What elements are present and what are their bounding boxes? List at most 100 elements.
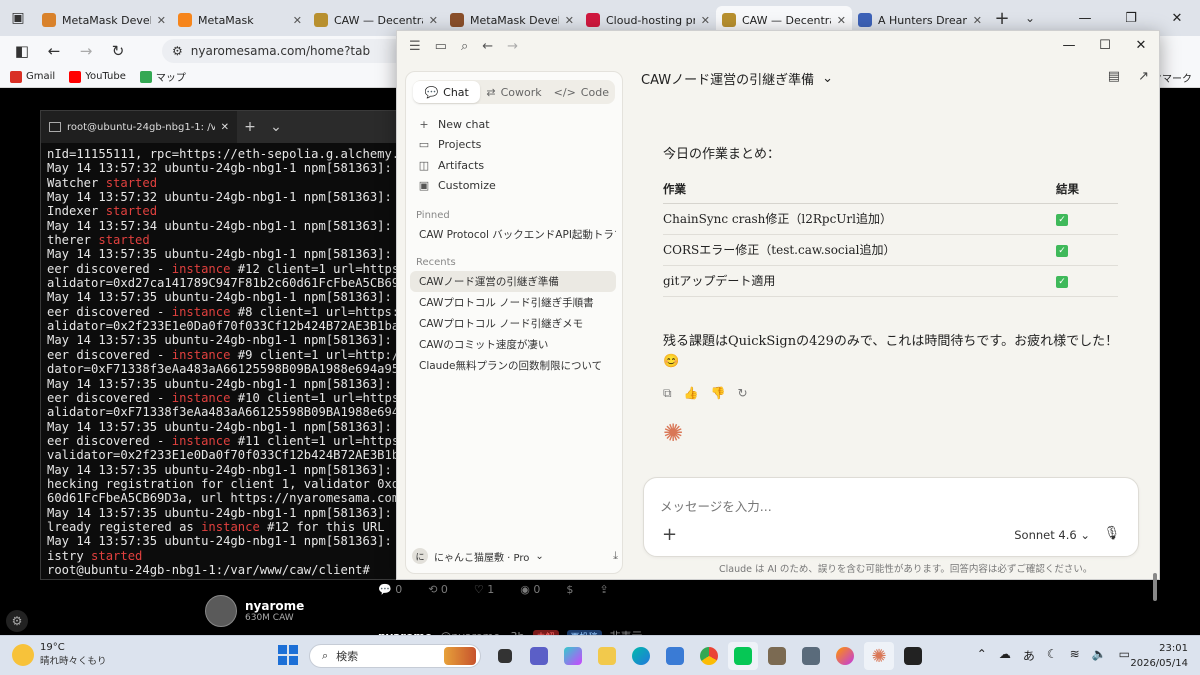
store-icon[interactable] <box>660 642 690 670</box>
document-icon[interactable]: ▤ <box>1108 69 1120 84</box>
teams-icon[interactable] <box>524 642 554 670</box>
close-icon[interactable]: ✕ <box>973 14 982 27</box>
like-count[interactable]: ♡ 1 <box>474 583 494 596</box>
moon-icon[interactable]: ☾ <box>1047 647 1058 664</box>
close-icon[interactable]: ✕ <box>837 14 846 27</box>
line-icon[interactable] <box>728 642 758 670</box>
message-composer[interactable]: メッセージを入力... + Sonnet 4.6 ⌄ 🎙 <box>643 477 1139 557</box>
thumbs-down-icon[interactable]: 👎 <box>711 386 726 401</box>
thumbs-up-icon[interactable]: 👍 <box>684 386 699 401</box>
chevron-down-icon[interactable]: ⌄ <box>263 119 289 135</box>
recent-chat-item[interactable]: CAWのコミット速度が凄い <box>410 334 616 355</box>
attach-button[interactable]: + <box>662 524 677 545</box>
sidebar-item-customize[interactable]: ▣ Customize <box>406 176 622 197</box>
copilot-icon[interactable] <box>558 642 588 670</box>
sidebar-item-projects[interactable]: ▭ Projects <box>406 135 622 156</box>
mode-tab-code[interactable]: </> Code <box>548 81 615 103</box>
browser-tab[interactable]: MetaMask ✕ <box>172 6 308 34</box>
sidebar-item-artifacts[interactable]: ◫ Artifacts <box>406 155 622 176</box>
recent-chat-item[interactable]: CAWノード運営の引継ぎ準備 <box>410 271 616 292</box>
sidebar-toggle-icon[interactable]: ▭ <box>435 39 447 54</box>
ime-icon[interactable]: あ <box>1023 647 1035 664</box>
firefox-icon[interactable] <box>830 642 860 670</box>
settings-icon[interactable]: ⚙ <box>6 610 28 632</box>
microphone-icon[interactable]: 🎙 <box>1103 526 1120 541</box>
repost-count[interactable]: ⟲ 0 <box>428 583 448 596</box>
claude-taskbar-icon[interactable]: ✺ <box>864 642 894 670</box>
close-icon[interactable]: ✕ <box>221 122 229 133</box>
reply-count[interactable]: 💬 0 <box>378 583 402 596</box>
tab-actions-icon[interactable]: ▣ <box>0 0 36 36</box>
profile-card[interactable]: nyarome 630M CAW <box>205 595 304 627</box>
conversation-title-button[interactable]: CAWノード運営の引継ぎ準備 ⌄ <box>641 69 833 88</box>
new-tab-button[interactable]: + <box>988 8 1016 29</box>
bookmark-item[interactable]: Gmail <box>10 69 55 84</box>
site-info-icon[interactable]: ⚙ <box>172 44 183 58</box>
game-app-icon[interactable] <box>762 642 792 670</box>
close-icon[interactable]: ✕ <box>429 14 438 27</box>
check-icon: ✓ <box>1056 245 1068 257</box>
back-button[interactable]: ← <box>40 38 68 64</box>
share-icon[interactable]: ↗ <box>1138 69 1149 84</box>
message-input[interactable]: メッセージを入力... <box>660 496 772 515</box>
recent-chat-item[interactable]: Claude無料プランの回数制限について <box>410 355 616 376</box>
menu-icon[interactable]: ☰ <box>409 39 421 54</box>
tip-icon[interactable]: $ <box>566 583 573 596</box>
sidebar-toggle-icon[interactable]: ◧ <box>8 38 36 64</box>
chevron-up-icon[interactable]: ⌃ <box>977 647 987 664</box>
pinned-chat-item[interactable]: CAW Protocol バックエンドAPI起動トラブル引継 <box>410 224 616 245</box>
terminal-output[interactable]: nId=11155111, rpc=https://eth-sepolia.g.… <box>41 143 399 579</box>
forward-button[interactable]: → <box>72 38 100 64</box>
recent-chat-item[interactable]: CAWプロトコル ノード引継ぎメモ <box>410 313 616 334</box>
scrollbar[interactable] <box>1153 573 1157 601</box>
user-menu[interactable]: に にゃんこ猫屋敷 · Pro ⌄ ⤓ <box>412 545 618 567</box>
maximize-button[interactable]: ☐ <box>1087 31 1123 59</box>
bookmark-item[interactable]: マップ <box>139 69 186 84</box>
taskbar-search[interactable]: ⌕ 検索 <box>309 644 481 668</box>
task-view-button[interactable] <box>490 642 520 670</box>
terminal-taskbar-icon[interactable] <box>898 642 928 670</box>
file-explorer-icon[interactable] <box>592 642 622 670</box>
terminal-text: hecking registration for client 1, valid… <box>47 476 399 491</box>
close-button[interactable]: ✕ <box>1123 31 1159 59</box>
start-button[interactable] <box>278 645 298 665</box>
tab-list-chevron-icon[interactable]: ⌄ <box>1016 11 1044 25</box>
cloud-icon[interactable]: ☁ <box>999 647 1011 664</box>
mode-tab-cowork[interactable]: ⇄ Cowork <box>480 81 547 103</box>
close-icon[interactable]: ✕ <box>701 14 710 27</box>
copy-icon[interactable]: ⧉ <box>663 386 672 401</box>
bookmark-favicon-icon <box>139 70 152 83</box>
speaker-icon[interactable]: 🔈 <box>1092 647 1107 664</box>
minimize-button[interactable]: — <box>1051 31 1087 59</box>
bookmark-item[interactable]: YouTube <box>69 69 126 84</box>
forward-arrow-icon[interactable]: → <box>507 39 518 54</box>
close-icon[interactable]: ✕ <box>157 14 166 27</box>
table-header-row: 作業 結果 <box>663 175 1118 204</box>
retry-icon[interactable]: ↻ <box>737 386 747 401</box>
weather-widget[interactable]: 19°C 晴れ時々くもり <box>12 642 107 667</box>
browser-tab[interactable]: MetaMask Developers ✕ <box>36 6 172 34</box>
close-icon[interactable]: ✕ <box>565 14 574 27</box>
clock[interactable]: 23:01 2026/05/14 <box>1130 641 1188 671</box>
chrome-icon[interactable] <box>694 642 724 670</box>
back-arrow-icon[interactable]: ← <box>482 39 493 54</box>
terminal-tab[interactable]: root@ubuntu-24gb-nbg1-1: /v ✕ <box>41 111 237 143</box>
reload-button[interactable]: ↻ <box>104 38 132 64</box>
mode-tab-chat[interactable]: 💬 Chat <box>413 81 481 103</box>
terminal-tab-bar: root@ubuntu-24gb-nbg1-1: /v ✕ + ⌄ <box>41 111 399 143</box>
sidebar-item-new-chat[interactable]: + New chat <box>406 114 622 135</box>
close-icon[interactable]: ✕ <box>293 14 302 27</box>
terminal-line: lready registered as instance #12 for th… <box>47 520 399 534</box>
new-terminal-tab-button[interactable]: + <box>237 119 263 135</box>
battery-icon[interactable]: ▭ <box>1119 647 1130 664</box>
game-app-icon-2[interactable] <box>796 642 826 670</box>
search-icon[interactable]: ⌕ <box>461 39 468 54</box>
recent-chat-item[interactable]: CAWプロトコル ノード引継ぎ手順書 <box>410 292 616 313</box>
share-icon[interactable]: ⇪ <box>599 583 608 596</box>
wifi-icon[interactable]: ≋ <box>1070 647 1080 664</box>
view-count[interactable]: ◉ 0 <box>520 583 540 596</box>
model-selector[interactable]: Sonnet 4.6 ⌄ <box>1014 528 1090 542</box>
edge-icon[interactable] <box>626 642 656 670</box>
download-icon[interactable]: ⤓ <box>613 549 618 563</box>
avatar[interactable] <box>205 595 237 627</box>
